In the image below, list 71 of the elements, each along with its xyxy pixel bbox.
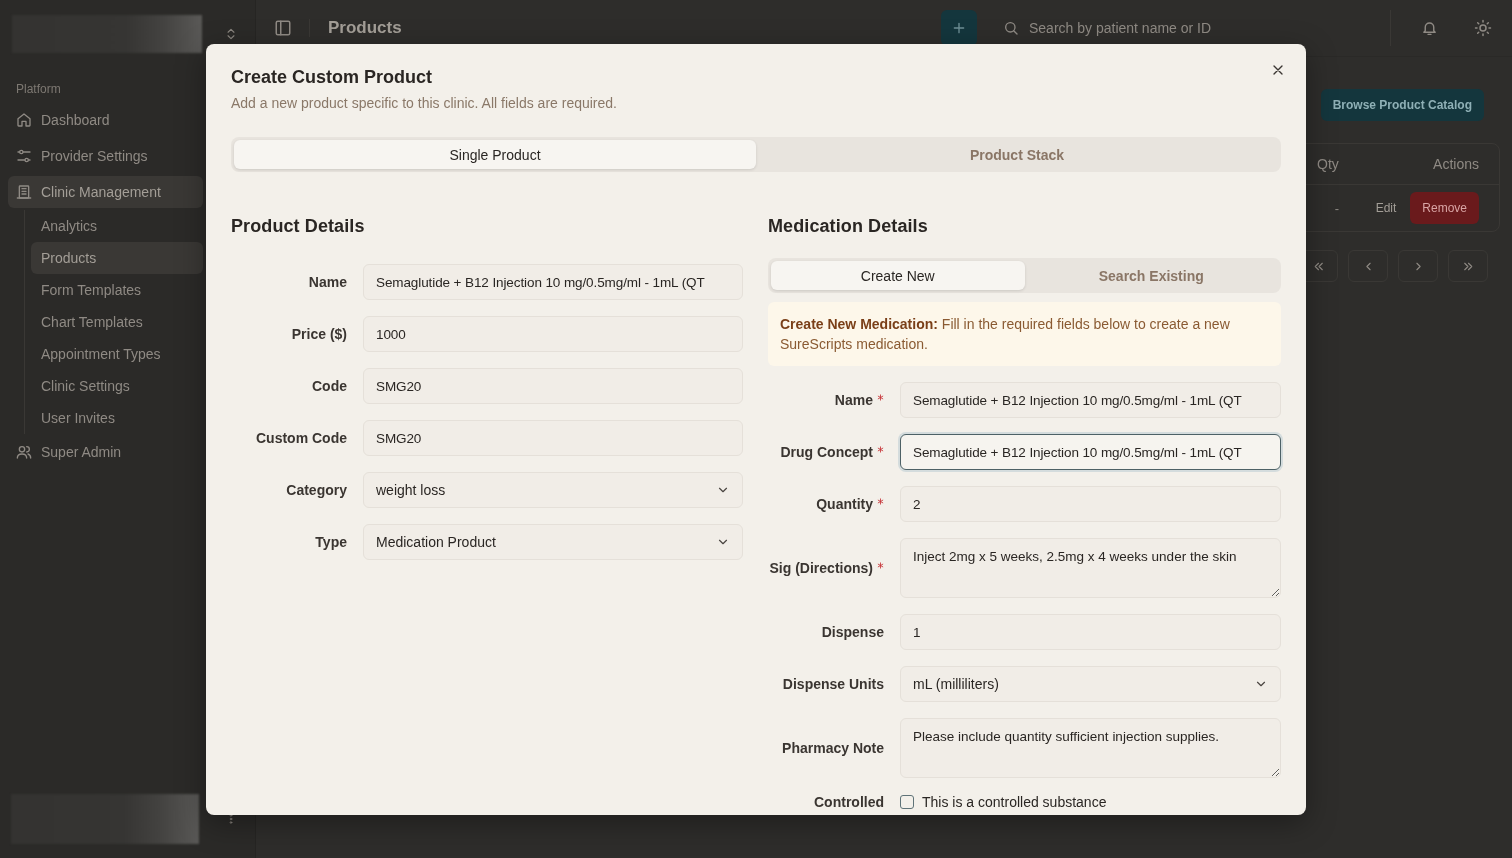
sidebar-subitem[interactable]: Chart Templates	[31, 306, 203, 338]
field-label: Name	[834, 392, 873, 408]
field-label: Controlled	[814, 794, 884, 810]
sidebar-item[interactable]: Super Admin	[8, 436, 203, 468]
input-field[interactable]: SMG20	[363, 368, 743, 404]
text-area[interactable]: Please include quantity sufficient injection supplies.	[900, 718, 1281, 778]
bell-icon[interactable]	[1421, 19, 1438, 37]
field-label: Dispense Units	[782, 676, 884, 692]
input-field[interactable]: 1000	[363, 316, 743, 352]
section-heading: Product Details	[231, 216, 366, 238]
sidebar-item[interactable]: Dashboard	[8, 104, 203, 136]
field-label: Quantity	[816, 496, 873, 512]
select-field[interactable]: mL (milliliters)	[900, 666, 1281, 702]
field-label: Pharmacy Note	[782, 740, 884, 756]
field-label: Category	[286, 482, 347, 498]
sidebar-subitem[interactable]: Analytics	[31, 210, 203, 242]
tab[interactable]: Create New	[771, 261, 1025, 290]
sidebar-item[interactable]: Provider Settings	[8, 140, 203, 172]
dialog-title: Create Custom Product	[231, 67, 434, 88]
sidebar-subitem[interactable]: User Invites	[31, 402, 203, 434]
search-icon	[1003, 20, 1019, 36]
field-label: Code	[312, 378, 347, 394]
field-label: Drug Concept	[780, 444, 873, 460]
field-label: Type	[315, 534, 347, 550]
input-field[interactable]: 1	[900, 614, 1281, 650]
input-field[interactable]: 2	[900, 486, 1281, 522]
dialog-subtitle: Add a new product specific to this clinic. All fields are required.	[231, 95, 618, 111]
sidebar-toggle-icon[interactable]	[274, 19, 292, 37]
input-field[interactable]: SMG20	[363, 420, 743, 456]
field-label: Price ($)	[291, 326, 347, 342]
section-label: Platform	[16, 82, 62, 96]
edit-button[interactable]: Edit	[1367, 195, 1405, 221]
page-title: Products	[328, 18, 402, 38]
sidebar-subitem[interactable]: Clinic Settings	[31, 370, 203, 402]
text-area[interactable]: Inject 2mg x 5 weeks, 2.5mg x 4 weeks under the skin	[900, 538, 1281, 598]
column-header: Qty	[1317, 156, 1339, 172]
field-label: Sig (Directions)	[769, 560, 873, 576]
sidebar-subitem[interactable]: Form Templates	[31, 274, 203, 306]
select-value: Medication Product	[376, 534, 496, 550]
tab[interactable]: Product Stack	[756, 140, 1278, 169]
tab[interactable]: Search Existing	[1024, 261, 1278, 290]
sidebar-item[interactable]: Clinic Management	[8, 176, 203, 208]
sliders-icon	[16, 148, 32, 164]
add-button[interactable]	[941, 10, 977, 46]
input-field[interactable]: Semaglutide + B12 Injection 10 mg/0.5mg/ml - 1mL (QT	[900, 382, 1281, 418]
column-header: Actions	[1433, 156, 1479, 172]
sun-icon[interactable]	[1474, 19, 1492, 37]
browse-catalog-button[interactable]: Browse Product Catalog	[1320, 89, 1484, 121]
remove-button[interactable]: Remove	[1410, 192, 1479, 224]
tab[interactable]: Single Product	[234, 140, 756, 169]
input-field[interactable]: Semaglutide + B12 Injection 10 mg/0.5mg/ml - 1mL (QT	[900, 434, 1281, 470]
select-field[interactable]: Medication Product	[363, 524, 743, 560]
building-icon	[16, 184, 32, 200]
select-field[interactable]: weight loss	[363, 472, 743, 508]
search-field[interactable]: Search by patient name or ID	[1029, 18, 1349, 38]
select-value: mL (milliliters)	[913, 676, 999, 692]
sidebar-subitem[interactable]: Appointment Types	[31, 338, 203, 370]
home-icon	[16, 112, 32, 128]
table-cell: -	[1334, 200, 1340, 216]
checkbox-label: This is a controlled substance	[922, 794, 1107, 810]
select-value: weight loss	[376, 482, 446, 498]
section-heading: Medication Details	[768, 216, 929, 238]
checkbox[interactable]	[900, 795, 914, 809]
notice-text: Create New Medication: Fill in the required fields below to create a new SureScripts medication.	[768, 302, 1281, 366]
plus-icon	[951, 20, 967, 36]
input-field[interactable]: Semaglutide + B12 Injection 10 mg/0.5mg/ml - 1mL (QT	[363, 264, 743, 300]
users-icon	[16, 444, 32, 460]
field-label: Name	[308, 274, 347, 290]
field-label: Custom Code	[256, 430, 347, 446]
sidebar-subitem[interactable]: Products	[31, 242, 203, 274]
field-label: Dispense	[821, 624, 884, 640]
